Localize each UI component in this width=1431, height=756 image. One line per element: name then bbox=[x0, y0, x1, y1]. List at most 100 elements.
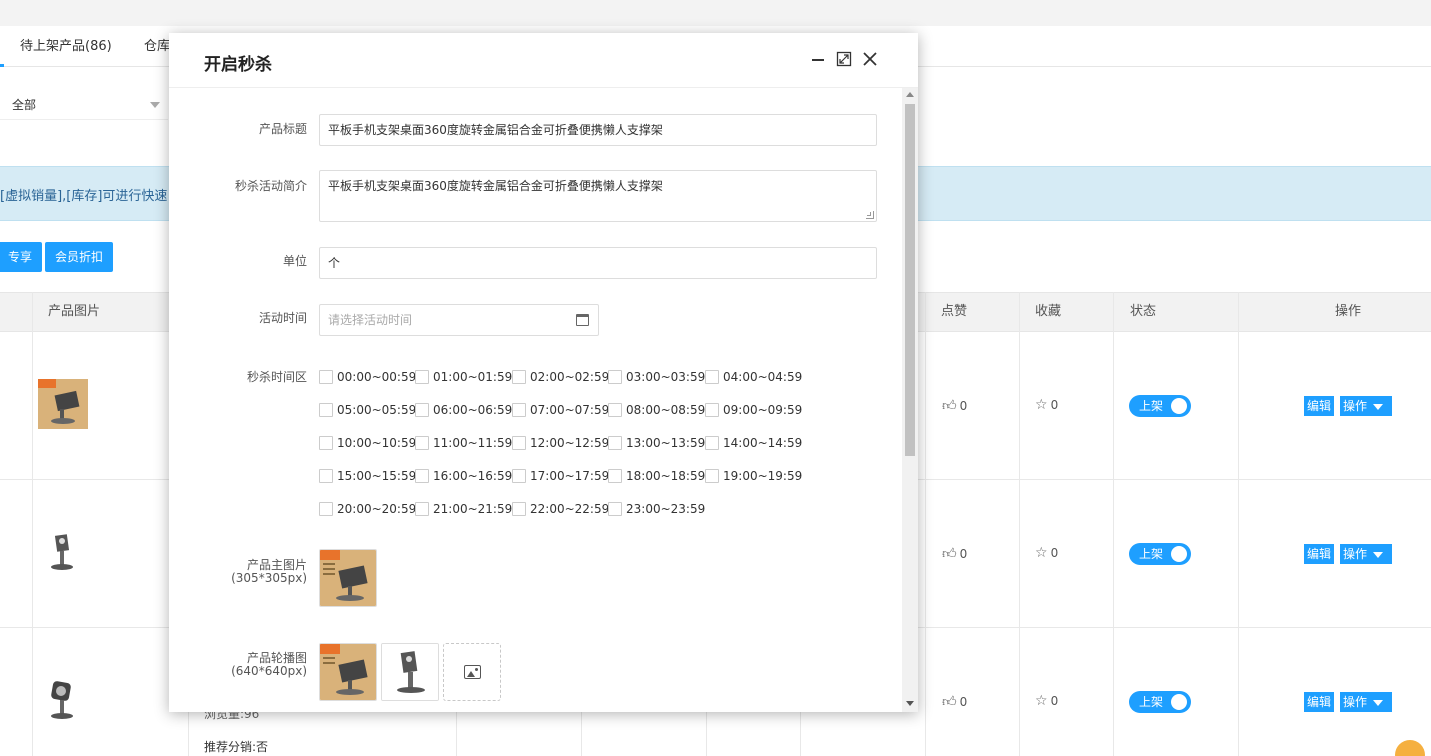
checkbox-box[interactable] bbox=[512, 370, 526, 384]
checkbox-box[interactable] bbox=[319, 370, 333, 384]
activity-time-placeholder: 请选择活动时间 bbox=[328, 313, 413, 327]
time-slots-label: 秒杀时间区 bbox=[246, 370, 307, 384]
modal-header: 开启秒杀 bbox=[169, 33, 918, 88]
modal-title: 开启秒杀 bbox=[204, 55, 272, 75]
carousel-label: 产品轮播图 (640*640px) bbox=[169, 651, 307, 679]
time-slot-label: 07:00~07:59 bbox=[530, 403, 610, 417]
time-slot-label: 21:00~21:59 bbox=[433, 502, 513, 516]
status-toggle[interactable]: 上架 bbox=[1129, 395, 1191, 417]
checkbox-box[interactable] bbox=[415, 403, 429, 417]
checkbox-box[interactable] bbox=[608, 403, 622, 417]
tab-pending-products[interactable]: 待上架产品(86) bbox=[20, 26, 112, 67]
exclusive-button[interactable]: 专享 bbox=[0, 242, 43, 272]
column-divider bbox=[32, 292, 33, 756]
checkbox-box[interactable] bbox=[608, 469, 622, 483]
toggle-knob bbox=[1171, 546, 1187, 562]
time-slot-label: 06:00~06:59 bbox=[433, 403, 513, 417]
checkbox-box[interactable] bbox=[608, 436, 622, 450]
distribution-status: 推荐分销:否 bbox=[204, 740, 269, 754]
product-title-input[interactable]: 平板手机支架桌面360度旋转金属铝合金可折叠便携懒人支撑架 bbox=[319, 114, 877, 146]
flash-sale-intro-label: 秒杀活动简介 bbox=[234, 179, 307, 193]
flash-sale-intro-textarea[interactable]: 平板手机支架桌面360度旋转金属铝合金可折叠便携懒人支撑架 bbox=[319, 170, 877, 222]
checkbox-box[interactable] bbox=[705, 469, 719, 483]
checkbox-box[interactable] bbox=[608, 370, 622, 384]
product-thumbnail bbox=[38, 379, 88, 429]
checkbox-box[interactable] bbox=[512, 436, 526, 450]
like-count: 👍︎ 0 bbox=[942, 694, 968, 710]
checkbox-box[interactable] bbox=[319, 403, 333, 417]
tip-text: [虚拟销量],[库存]可进行快速 bbox=[0, 189, 168, 204]
checkbox-box[interactable] bbox=[512, 502, 526, 516]
checkbox-box[interactable] bbox=[415, 370, 429, 384]
operation-dropdown[interactable]: 操作 bbox=[1340, 396, 1392, 416]
close-icon[interactable] bbox=[862, 51, 878, 67]
tab-warehouse[interactable]: 仓库 bbox=[144, 26, 170, 67]
unit-label: 单位 bbox=[282, 254, 307, 268]
unit-input[interactable]: 个 bbox=[319, 247, 877, 279]
checkbox-box[interactable] bbox=[705, 403, 719, 417]
chevron-down-icon bbox=[150, 102, 160, 108]
checkbox-box[interactable] bbox=[415, 469, 429, 483]
star-icon: ☆ bbox=[1035, 397, 1048, 413]
time-slot-label: 15:00~15:59 bbox=[337, 469, 417, 483]
product-photo bbox=[382, 644, 438, 700]
time-slot-label: 23:00~23:59 bbox=[626, 502, 706, 516]
time-slot-label: 00:00~00:59 bbox=[337, 370, 417, 384]
scrollbar-thumb[interactable] bbox=[905, 104, 915, 456]
toggle-knob bbox=[1171, 398, 1187, 414]
time-slot-label: 17:00~17:59 bbox=[530, 469, 610, 483]
favorite-count: ☆ 0 bbox=[1035, 545, 1059, 561]
checkbox-box[interactable] bbox=[319, 436, 333, 450]
carousel-thumbnail[interactable] bbox=[319, 643, 377, 701]
carousel-size-hint: (640*640px) bbox=[231, 664, 307, 678]
checkbox-box[interactable] bbox=[512, 403, 526, 417]
scroll-down-icon[interactable] bbox=[906, 701, 914, 706]
product-thumbnail bbox=[38, 527, 88, 577]
thumbs-up-icon: 👍︎ bbox=[942, 398, 957, 414]
carousel-thumbnail[interactable] bbox=[381, 643, 439, 701]
status-filter-select[interactable]: 全部 bbox=[0, 90, 168, 120]
minimize-icon[interactable] bbox=[810, 51, 826, 67]
checkbox-box[interactable] bbox=[705, 370, 719, 384]
status-toggle[interactable]: 上架 bbox=[1129, 691, 1191, 713]
edit-button[interactable]: 编辑 bbox=[1304, 692, 1335, 712]
image-icon bbox=[464, 665, 481, 679]
operation-dropdown[interactable]: 操作 bbox=[1340, 544, 1392, 564]
checkbox-box[interactable] bbox=[705, 436, 719, 450]
scroll-up-icon[interactable] bbox=[906, 92, 914, 97]
th-product-image: 产品图片 bbox=[48, 304, 101, 319]
maximize-icon[interactable] bbox=[836, 51, 852, 67]
status-toggle[interactable]: 上架 bbox=[1129, 543, 1191, 565]
checkbox-box[interactable] bbox=[415, 502, 429, 516]
checkbox-box[interactable] bbox=[608, 502, 622, 516]
column-divider bbox=[1113, 292, 1114, 756]
th-favorites: 收藏 bbox=[1035, 304, 1062, 319]
time-slot-label: 08:00~08:59 bbox=[626, 403, 706, 417]
edit-button[interactable]: 编辑 bbox=[1304, 396, 1335, 416]
time-slot-label: 11:00~11:59 bbox=[433, 436, 513, 450]
intro-text: 平板手机支架桌面360度旋转金属铝合金可折叠便携懒人支撑架 bbox=[328, 179, 663, 193]
checkbox-box[interactable] bbox=[319, 502, 333, 516]
modal-scrollbar[interactable] bbox=[902, 88, 918, 712]
operation-dropdown[interactable]: 操作 bbox=[1340, 692, 1392, 712]
filter-selected-value: 全部 bbox=[12, 98, 37, 112]
checkbox-box[interactable] bbox=[319, 469, 333, 483]
like-count: 👍︎ 0 bbox=[942, 398, 968, 414]
product-photo bbox=[320, 644, 376, 700]
edit-button[interactable]: 编辑 bbox=[1304, 544, 1335, 564]
resize-handle-icon[interactable] bbox=[866, 211, 874, 219]
time-slot-label: 20:00~20:59 bbox=[337, 502, 417, 516]
checkbox-box[interactable] bbox=[415, 436, 429, 450]
time-slot-label: 14:00~14:59 bbox=[723, 436, 803, 450]
modal-body: 产品标题 平板手机支架桌面360度旋转金属铝合金可折叠便携懒人支撑架 秒杀活动简… bbox=[169, 88, 918, 712]
checkbox-box[interactable] bbox=[512, 469, 526, 483]
member-discount-button[interactable]: 会员折扣 bbox=[45, 242, 114, 272]
flash-sale-modal: 开启秒杀 产品标题 平板手机支架桌面360度旋转金属铝合金可折叠便携懒人支撑架 … bbox=[169, 33, 918, 712]
carousel-upload-button[interactable] bbox=[443, 643, 501, 701]
th-status: 状态 bbox=[1130, 304, 1157, 319]
time-slot-label: 10:00~10:59 bbox=[337, 436, 417, 450]
main-image-thumbnail[interactable] bbox=[319, 549, 377, 607]
column-divider bbox=[1019, 292, 1020, 756]
th-likes: 点赞 bbox=[941, 304, 968, 319]
activity-time-picker[interactable]: 请选择活动时间 bbox=[319, 304, 599, 336]
